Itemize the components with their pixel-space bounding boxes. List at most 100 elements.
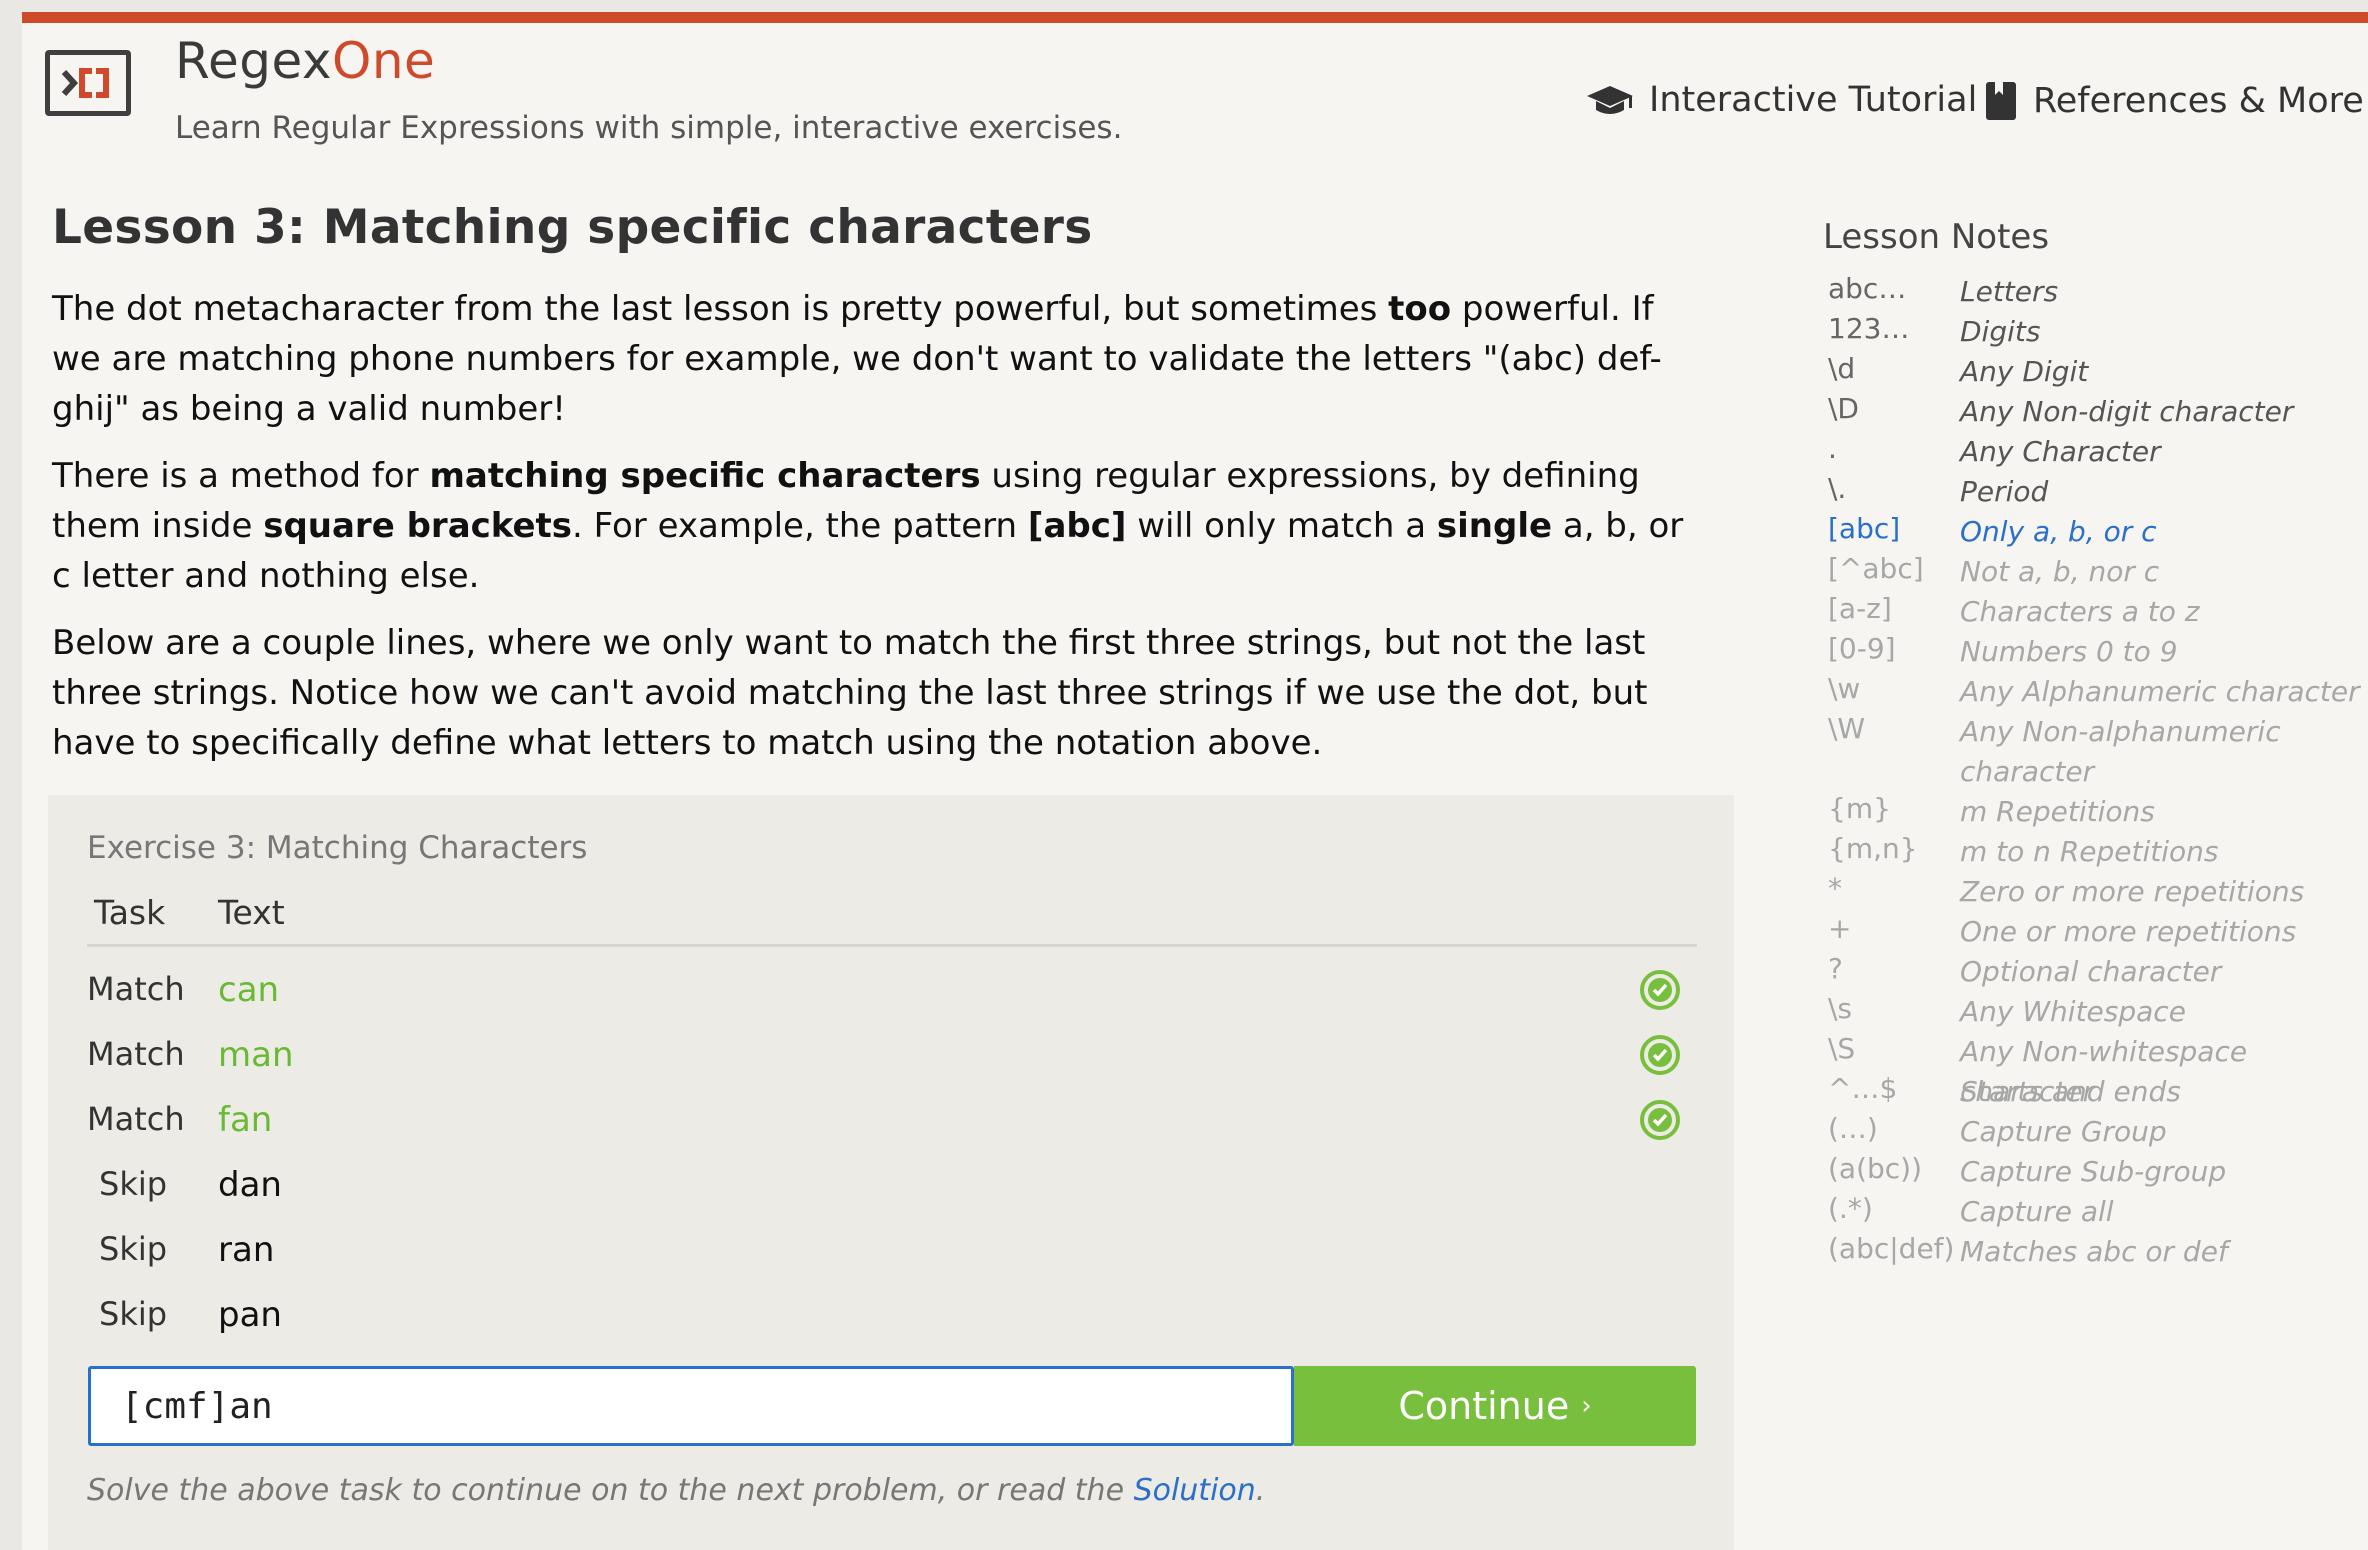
lesson-note-item: + One or more repetitions bbox=[1828, 912, 2348, 952]
lesson-note-value: Numbers 0 to 9 bbox=[1960, 635, 2178, 668]
lesson-note-item: (.*) Capture all bbox=[1828, 1192, 2348, 1232]
lesson-note-value: Zero or more repetitions bbox=[1960, 875, 2305, 908]
lesson-note-item: \s Any Whitespace bbox=[1828, 992, 2348, 1032]
lesson-note-key: abc… bbox=[1828, 272, 1907, 305]
row-task-label: Match bbox=[87, 1100, 185, 1138]
brand-regex: Regex bbox=[175, 32, 332, 90]
lesson-note-key: (a(bc)) bbox=[1828, 1152, 1923, 1185]
regexone-logo-icon[interactable] bbox=[45, 50, 131, 116]
lesson-note-value: Characters a to z bbox=[1960, 595, 2200, 628]
tagline: Learn Regular Expressions with simple, i… bbox=[175, 110, 1123, 146]
lesson-note-item: abc… Letters bbox=[1828, 272, 2348, 312]
lesson-note-value: Any Non-alphanumeric character bbox=[1960, 715, 2281, 788]
lesson-note-item: 123… Digits bbox=[1828, 312, 2348, 352]
lesson-paragraph-2: There is a method for matching specific … bbox=[52, 456, 1684, 596]
lesson-note-value: Not a, b, nor c bbox=[1960, 555, 2160, 588]
nav-interactive-tutorial[interactable]: Interactive Tutorial bbox=[1585, 80, 1977, 120]
row-text: can bbox=[218, 970, 280, 1010]
lesson-note-item: \W Any Non-alphanumeric character bbox=[1828, 712, 2348, 788]
success-check-icon bbox=[1640, 1035, 1680, 1075]
lesson-note-item: [^abc] Not a, b, nor c bbox=[1828, 552, 2348, 592]
lesson-note-value: Capture all bbox=[1960, 1195, 2114, 1228]
lesson-note-key: 123… bbox=[1828, 312, 1910, 345]
lesson-note-value: Capture Group bbox=[1960, 1115, 2167, 1148]
lesson-note-key: (…) bbox=[1828, 1112, 1878, 1145]
lesson-note-item: \d Any Digit bbox=[1828, 352, 2348, 392]
lesson-title: Lesson 3: Matching specific characters bbox=[52, 200, 1093, 255]
lesson-note-key: \W bbox=[1828, 712, 1866, 745]
lesson-note-value: Digits bbox=[1960, 315, 2041, 348]
lesson-paragraph-1: The dot metacharacter from the last less… bbox=[52, 289, 1662, 429]
lesson-note-key: ^…$ bbox=[1828, 1072, 1898, 1105]
lesson-note-value: Any Whitespace bbox=[1960, 995, 2186, 1028]
lesson-note-item: [abc] Only a, b, or c bbox=[1828, 512, 2348, 552]
lesson-note-item: {m,n} m to n Repetitions bbox=[1828, 832, 2348, 872]
lesson-note-key: [^abc] bbox=[1828, 552, 1924, 585]
lesson-note-key: \D bbox=[1828, 392, 1859, 425]
row-task-label: Match bbox=[87, 1035, 185, 1073]
chevron-right-icon: › bbox=[1581, 1391, 1592, 1421]
lesson-note-value: m Repetitions bbox=[1960, 795, 2155, 828]
lesson-note-value: m to n Repetitions bbox=[1960, 835, 2219, 868]
brand-title[interactable]: RegexOne bbox=[175, 32, 435, 90]
lesson-note-key: * bbox=[1828, 872, 1842, 905]
success-check-icon bbox=[1640, 1100, 1680, 1140]
solution-link[interactable]: Solution bbox=[1134, 1473, 1256, 1508]
lesson-note-value: Matches abc or def bbox=[1960, 1235, 2228, 1268]
lesson-note-key: + bbox=[1828, 912, 1852, 945]
row-task-label: Match bbox=[87, 970, 185, 1008]
row-text: fan bbox=[218, 1100, 273, 1140]
nav-references[interactable]: References & More bbox=[1983, 80, 2364, 122]
lesson-note-item: \D Any Non-digit character bbox=[1828, 392, 2348, 432]
lesson-note-value: Period bbox=[1960, 475, 2049, 508]
lesson-note-item: [a-z] Characters a to z bbox=[1828, 592, 2348, 632]
top-accent-bar bbox=[22, 12, 2368, 23]
graduation-cap-icon bbox=[1587, 86, 1633, 114]
lesson-note-key: [0-9] bbox=[1828, 632, 1896, 665]
lesson-note-item: \. Period bbox=[1828, 472, 2348, 512]
exercise-hint: Solve the above task to continue on to t… bbox=[87, 1473, 1266, 1508]
success-check-icon bbox=[1640, 970, 1680, 1010]
lesson-note-value: Capture Sub-group bbox=[1960, 1155, 2227, 1188]
row-task-label: Skip bbox=[99, 1230, 168, 1268]
lesson-note-value: Any Alphanumeric character bbox=[1960, 675, 2360, 708]
column-header-text: Text bbox=[218, 893, 285, 932]
lesson-note-key: \d bbox=[1828, 352, 1856, 385]
row-task-label: Skip bbox=[99, 1295, 168, 1333]
lesson-note-item: (a(bc)) Capture Sub-group bbox=[1828, 1152, 2348, 1192]
lesson-note-value: Any Digit bbox=[1960, 355, 2089, 388]
lesson-note-item: (abc|def) Matches abc or def bbox=[1828, 1232, 2348, 1272]
lesson-note-key: {m,n} bbox=[1828, 832, 1918, 865]
lesson-note-value: Any Character bbox=[1960, 435, 2161, 468]
lesson-note-item: \w Any Alphanumeric character bbox=[1828, 672, 2360, 712]
lesson-note-value: Any Non-digit character bbox=[1960, 395, 2294, 428]
lesson-note-item: * Zero or more repetitions bbox=[1828, 872, 2348, 912]
row-text: ran bbox=[218, 1230, 275, 1270]
regex-input[interactable] bbox=[91, 1369, 1291, 1443]
lesson-note-key: \. bbox=[1828, 472, 1847, 505]
lesson-notes-title: Lesson Notes bbox=[1823, 217, 2050, 257]
lesson-note-key: \S bbox=[1828, 1032, 1856, 1065]
lesson-note-item: ^…$ Starts and ends bbox=[1828, 1072, 2348, 1112]
row-text: man bbox=[218, 1035, 294, 1075]
row-text: pan bbox=[218, 1295, 282, 1335]
lesson-note-key: . bbox=[1828, 432, 1837, 465]
lesson-note-item: \S Any Non-whitespace character bbox=[1828, 1032, 2348, 1108]
lesson-note-key: {m} bbox=[1828, 792, 1891, 825]
lesson-note-key: \s bbox=[1828, 992, 1853, 1025]
book-icon bbox=[1986, 82, 2016, 120]
lesson-note-value: Only a, b, or c bbox=[1960, 515, 2157, 548]
exercise-title: Exercise 3: Matching Characters bbox=[87, 830, 588, 866]
lesson-note-value: One or more repetitions bbox=[1960, 915, 2297, 948]
lesson-note-key: [abc] bbox=[1828, 512, 1901, 545]
row-task-label: Skip bbox=[99, 1165, 168, 1203]
continue-button[interactable]: Continue › bbox=[1294, 1366, 1696, 1446]
lesson-note-value: Letters bbox=[1960, 275, 2059, 308]
nav-tutorial-label: Interactive Tutorial bbox=[1649, 80, 1978, 120]
lesson-note-item: . Any Character bbox=[1828, 432, 2348, 472]
regex-input-wrapper bbox=[88, 1366, 1294, 1446]
lesson-note-value: Starts and ends bbox=[1960, 1075, 2181, 1108]
lesson-note-item: ? Optional character bbox=[1828, 952, 2348, 992]
lesson-note-value: Optional character bbox=[1960, 955, 2222, 988]
brand-one: One bbox=[331, 32, 436, 90]
